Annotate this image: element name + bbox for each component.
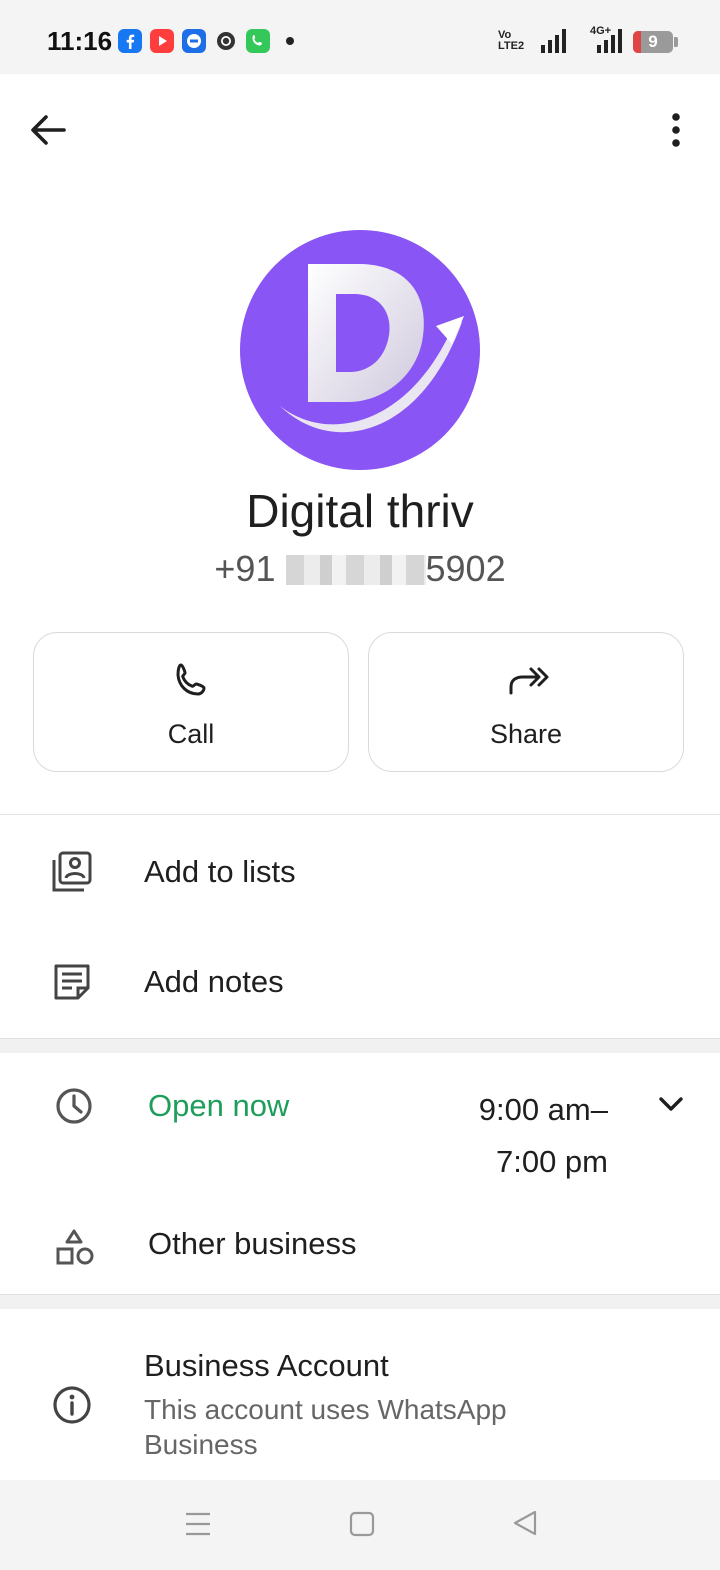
category-row: Other business: [0, 1206, 720, 1292]
section-separator-2: [0, 1294, 720, 1309]
arrow-left-icon[interactable]: [28, 112, 68, 148]
avatar[interactable]: [240, 230, 480, 470]
hours-open: 9:00 am–: [478, 1092, 608, 1127]
business-account-title: Business Account: [144, 1348, 389, 1383]
note-icon: [54, 964, 90, 1000]
business-hours-row[interactable]: Open now: [0, 1054, 720, 1204]
notification-dot: [286, 37, 294, 45]
info-icon: [53, 1386, 91, 1424]
volte-indicator: Vo LTE2: [498, 29, 525, 52]
add-notes-row[interactable]: Add notes: [0, 926, 720, 1036]
menu-icon[interactable]: [184, 1510, 212, 1538]
phone-app-icon: [246, 29, 270, 53]
call-button[interactable]: Call: [33, 632, 349, 772]
signal-icon-2: [597, 29, 622, 53]
youtube-icon: [150, 29, 174, 53]
share-button[interactable]: Share: [368, 632, 684, 772]
section-separator: [0, 1038, 720, 1053]
add-to-lists-label: Add to lists: [144, 854, 296, 889]
add-to-lists-row[interactable]: Add to lists: [0, 816, 720, 926]
phone-icon: [176, 663, 206, 696]
battery-tip: [674, 37, 678, 47]
shapes-icon: [56, 1229, 94, 1265]
status-bar: 11:16 Vo LTE2 4G+ 9: [0, 0, 720, 74]
divider: [0, 814, 720, 815]
back-triangle-icon[interactable]: [510, 1508, 540, 1538]
battery-level: 9: [648, 32, 658, 51]
signal-icon: [541, 29, 566, 53]
contact-list-icon: [52, 851, 92, 892]
business-account-subtitle: This account uses WhatsApp Business: [144, 1394, 507, 1460]
chrome-icon: [214, 29, 238, 53]
facebook-icon: [118, 29, 142, 53]
more-vert-icon[interactable]: [666, 110, 686, 150]
phone-redaction: [285, 555, 426, 585]
add-notes-label: Add notes: [144, 964, 284, 999]
chevron-down-icon[interactable]: [658, 1094, 684, 1114]
open-status: Open now: [148, 1088, 290, 1123]
home-square-icon[interactable]: [348, 1510, 376, 1538]
phone-prefix: +91: [214, 548, 276, 589]
system-nav-bar: [0, 1480, 720, 1570]
contact-phone: +91 5902: [0, 548, 720, 590]
business-hours: 9:00 am– 7:00 pm: [430, 1084, 608, 1188]
share-icon: [509, 667, 549, 695]
clock-icon: [56, 1088, 92, 1124]
hours-close: 7:00 pm: [495, 1144, 608, 1179]
contact-name: Digital thriv: [246, 485, 474, 537]
share-label: Share: [489, 719, 563, 749]
category-label: Other business: [148, 1226, 357, 1261]
digital-thriv-logo: [280, 264, 464, 433]
phone-suffix: 5902: [425, 548, 506, 589]
status-time: 11:16: [47, 26, 113, 56]
app-icon: [182, 29, 206, 53]
battery-icon: 9: [633, 31, 673, 53]
call-label: Call: [167, 719, 215, 749]
